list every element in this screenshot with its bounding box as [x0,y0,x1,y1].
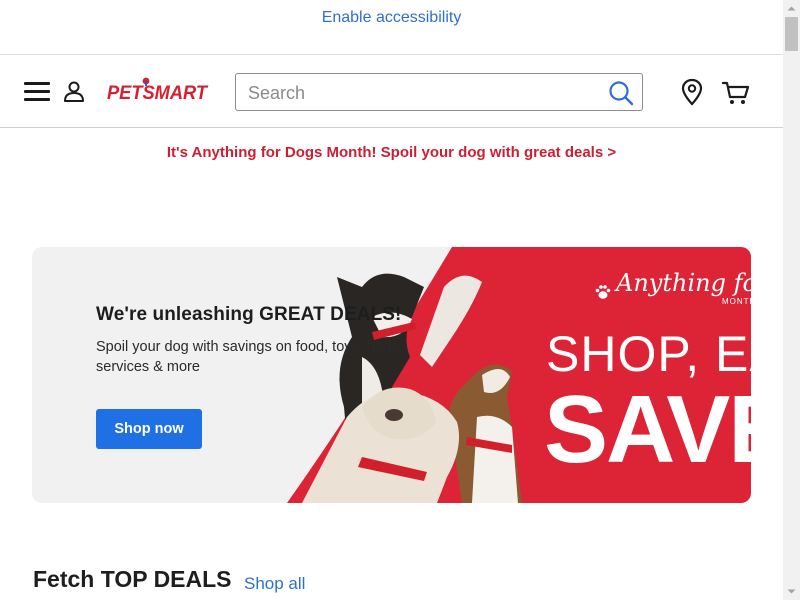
site-header: PETSMART [0,56,783,128]
paw-icon [595,285,611,299]
petsmart-logo[interactable]: PETSMART [106,76,210,106]
cart-icon[interactable] [722,80,750,106]
scrollbar-thumb[interactable] [785,17,798,51]
hero-subtitle: Spoil your dog with savings on food, toy… [96,339,403,375]
headline-line2: SAVE [544,376,751,483]
hero-banner: We're unleashing GREAT DEALS! Spoil your… [32,247,751,503]
logo-text: PETSMART [107,83,208,104]
vertical-scrollbar[interactable] [783,0,800,600]
search-bar [235,73,643,111]
enable-accessibility-link[interactable]: Enable accessibility [0,9,783,27]
section-title: Fetch TOP DEALS [33,566,232,592]
hero-title: We're unleashing GREAT DEALS! [96,304,402,325]
accessibility-bar: Enable accessibility [0,0,783,55]
promo-banner-link[interactable]: It's Anything for Dogs Month! Spoil your… [0,144,783,161]
store-locator-icon[interactable] [681,78,703,106]
scroll-down-arrow-icon[interactable] [783,583,800,600]
campaign-script: Anything for Dogs [616,269,751,297]
account-icon[interactable] [62,79,86,103]
campaign-month: MONTH [722,297,751,306]
scroll-up-arrow-icon[interactable] [783,0,800,17]
search-icon[interactable] [608,80,634,106]
shop-all-link[interactable]: Shop all [244,574,305,594]
menu-icon[interactable] [24,80,50,102]
search-input[interactable] [246,76,600,110]
shop-now-button[interactable]: Shop now [96,409,202,449]
